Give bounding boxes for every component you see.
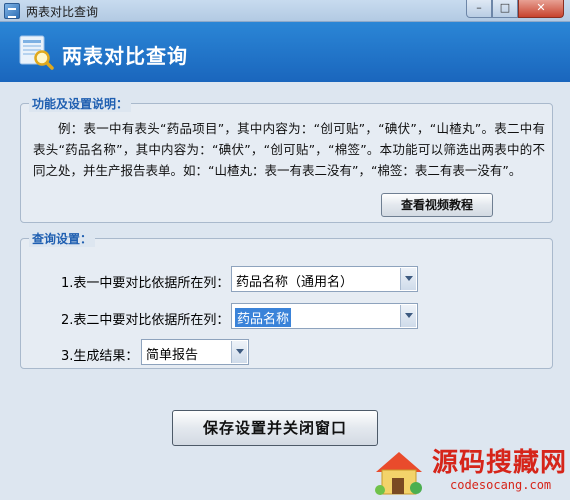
- table2-column-select[interactable]: 药品名称: [231, 303, 418, 329]
- table1-column-label: 1.表一中要对比依据所在列：: [61, 276, 230, 291]
- query-settings-title: 查询设置：: [29, 230, 96, 247]
- save-and-close-button[interactable]: 保存设置并关闭窗口: [172, 410, 378, 446]
- info-description: 例：表一中有表头“药品项目”，其中内容为：“创可贴”，“碘伏”，“山楂丸”。表二…: [33, 118, 545, 181]
- dialog-header-title: 两表对比查询: [62, 44, 188, 68]
- chevron-down-icon[interactable]: [400, 268, 416, 290]
- info-group-title: 功能及设置说明：: [29, 95, 132, 112]
- close-button[interactable]: ✕: [518, 0, 564, 18]
- dialog-header: 两表对比查询: [0, 22, 570, 82]
- table2-column-value: 药品名称: [235, 308, 292, 327]
- watermark-text: 源码搜藏网: [432, 448, 568, 478]
- dialog-body: 功能及设置说明： 例：表一中有表头“药品项目”，其中内容为：“创可贴”，“碘伏”…: [0, 82, 570, 500]
- table-search-icon: [19, 35, 54, 70]
- window-title-bar[interactable]: 两表对比查询 – □ ✕: [0, 0, 570, 22]
- chevron-down-icon[interactable]: [231, 341, 247, 363]
- table2-column-label: 2.表二中要对比依据所在列：: [61, 313, 230, 328]
- result-type-label: 3.生成结果：: [61, 349, 139, 364]
- house-icon: [375, 452, 422, 495]
- table1-column-value: 药品名称（通用名）: [236, 275, 354, 290]
- chevron-down-icon[interactable]: [400, 305, 416, 327]
- result-type-value: 简单报告: [146, 348, 199, 363]
- site-watermark: 源码搜藏网 codesocang.com: [368, 440, 570, 500]
- maximize-button[interactable]: □: [492, 0, 518, 18]
- app-icon: [4, 3, 20, 19]
- info-group: 功能及设置说明： 例：表一中有表头“药品项目”，其中内容为：“创可贴”，“碘伏”…: [20, 95, 553, 223]
- watermark-url: codesocang.com: [450, 478, 552, 492]
- query-settings-group: 查询设置： 1.表一中要对比依据所在列： 药品名称（通用名） 2.表二中要对比依…: [20, 230, 553, 369]
- minimize-button[interactable]: –: [466, 0, 492, 18]
- info-description-text: 例：表一中有表头“药品项目”，其中内容为：“创可贴”，“碘伏”，“山楂丸”。表二…: [33, 121, 545, 178]
- result-type-select[interactable]: 简单报告: [141, 339, 249, 365]
- watch-video-tutorial-button[interactable]: 查看视频教程: [381, 193, 493, 217]
- window-title: 两表对比查询: [26, 5, 99, 19]
- table1-column-select[interactable]: 药品名称（通用名）: [231, 266, 418, 292]
